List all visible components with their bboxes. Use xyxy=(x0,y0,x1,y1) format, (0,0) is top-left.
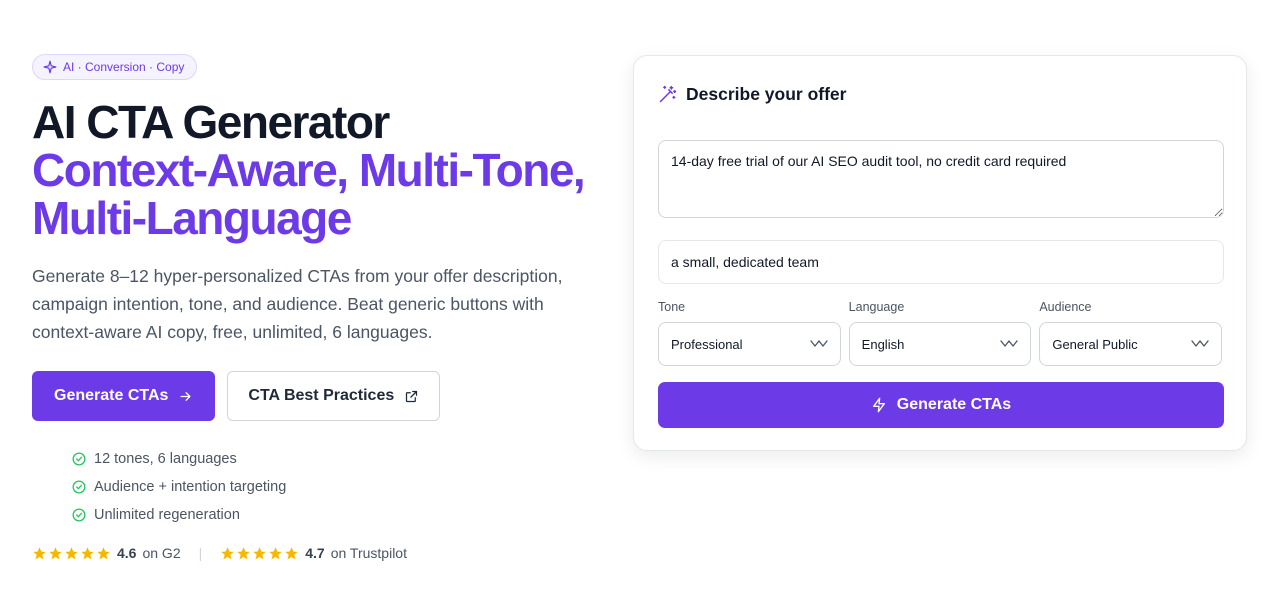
title-line-1: AI CTA Generator xyxy=(32,96,390,148)
rating-source: on Trustpilot xyxy=(330,545,407,561)
language-field: Language English xyxy=(848,300,1032,366)
ratings-row: 4.6 on G2 | 4.7 on Trustpilot xyxy=(32,545,612,561)
rating-separator: | xyxy=(198,545,203,561)
star-icon xyxy=(33,546,46,559)
hero-section: AI · Conversion · Copy AI CTA Generator … xyxy=(32,54,612,561)
external-link-icon xyxy=(406,390,418,402)
star-rating xyxy=(32,546,111,561)
form-title: Describe your offer xyxy=(658,80,1222,108)
cta-best-practices-button[interactable]: CTA Best Practices xyxy=(227,371,441,421)
audience-select[interactable]: General Public xyxy=(1039,322,1223,366)
chevron-down-icon xyxy=(1000,340,1018,347)
check-circle-icon xyxy=(72,508,86,522)
feature-list: 12 tones, 6 languages Audience + intenti… xyxy=(72,445,612,529)
feature-text: Unlimited regeneration xyxy=(94,507,240,523)
sparkle-icon xyxy=(43,60,57,74)
generate-ctas-button[interactable]: Generate CTAs xyxy=(32,371,216,421)
lightning-icon xyxy=(872,397,885,413)
page-title: AI CTA Generator Context-Aware, Multi-To… xyxy=(32,98,612,242)
cta-row: Generate CTAs CTA Best Practices xyxy=(32,371,612,421)
generate-ctas-label: Generate CTAs xyxy=(54,387,169,404)
tone-label: Tone xyxy=(658,300,686,314)
submit-generate-label: Generate CTAs xyxy=(896,396,1012,413)
context-input[interactable] xyxy=(658,240,1224,284)
tone-field: Tone Professional xyxy=(658,300,841,366)
star-icon xyxy=(221,546,234,559)
star-icon xyxy=(253,546,266,559)
rating-score: 4.6 xyxy=(117,545,137,561)
category-badge: AI · Conversion · Copy xyxy=(32,54,198,80)
title-line-2: Context-Aware, Multi-Tone, Multi-Languag… xyxy=(32,144,586,244)
hero-description: Generate 8–12 hyper-personalized CTAs fr… xyxy=(32,266,563,342)
tone-select[interactable]: Professional xyxy=(658,322,841,366)
rating-score: 4.7 xyxy=(305,545,325,561)
chevron-down-icon xyxy=(1191,340,1209,347)
language-value: English xyxy=(861,336,905,352)
select-row: Tone Professional Language English Audie… xyxy=(658,300,1223,366)
feature-text: Audience + intention targeting xyxy=(94,479,287,495)
rating-g2: 4.6 on G2 xyxy=(32,545,181,561)
language-label: Language xyxy=(848,300,905,314)
star-icon xyxy=(285,546,298,559)
offer-form-card: Describe your offer 14-day free trial of… xyxy=(633,55,1247,451)
star-icon xyxy=(49,546,62,559)
rating-trustpilot: 4.7 on Trustpilot xyxy=(220,545,407,561)
language-select[interactable]: English xyxy=(848,322,1032,366)
star-icon xyxy=(81,546,94,559)
star-icon xyxy=(97,546,110,559)
rating-source: on G2 xyxy=(142,545,181,561)
audience-label: Audience xyxy=(1039,300,1092,314)
audience-value: General Public xyxy=(1052,336,1138,352)
magic-wand-icon xyxy=(659,85,677,103)
star-icon xyxy=(65,546,78,559)
check-circle-icon xyxy=(72,480,86,494)
arrow-right-icon xyxy=(180,391,191,401)
chevron-down-icon xyxy=(810,340,828,347)
check-circle-icon xyxy=(72,452,86,466)
feature-item: Unlimited regeneration xyxy=(72,501,612,529)
cta-best-practices-label: CTA Best Practices xyxy=(248,387,395,404)
audience-field: Audience General Public xyxy=(1039,300,1223,366)
form-title-text: Describe your offer xyxy=(686,83,847,104)
star-rating xyxy=(220,546,299,561)
badge-text: AI · Conversion · Copy xyxy=(63,60,185,74)
offer-description-input[interactable]: 14-day free trial of our AI SEO audit to… xyxy=(658,140,1224,218)
feature-item: Audience + intention targeting xyxy=(72,473,612,501)
feature-text: 12 tones, 6 languages xyxy=(94,451,237,467)
star-icon xyxy=(237,546,250,559)
tone-value: Professional xyxy=(671,336,743,352)
feature-item: 12 tones, 6 languages xyxy=(72,445,612,473)
submit-generate-button[interactable]: Generate CTAs xyxy=(658,382,1224,428)
star-icon xyxy=(269,546,282,559)
